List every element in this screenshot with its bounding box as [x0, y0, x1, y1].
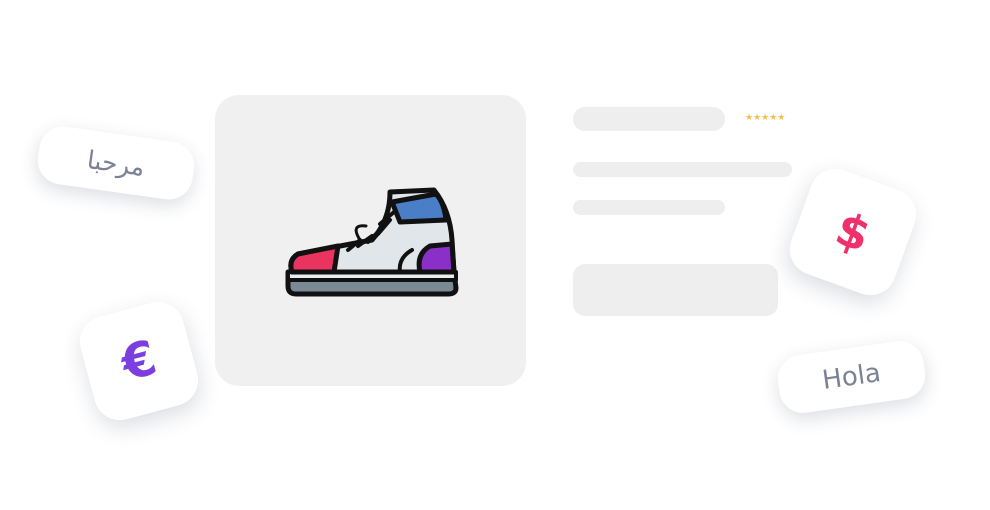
dollar-icon: $ — [828, 201, 878, 263]
description-line-placeholder — [573, 162, 792, 177]
euro-currency-tile[interactable]: € — [74, 296, 204, 426]
rating-stars: ★★★★★ — [745, 113, 786, 123]
dollar-currency-tile[interactable]: $ — [782, 161, 924, 303]
sneaker-icon — [285, 187, 459, 297]
language-chip-spanish[interactable]: Hola — [774, 338, 929, 416]
spanish-greeting: Hola — [820, 358, 883, 396]
price-line-placeholder — [573, 200, 725, 215]
euro-icon: € — [115, 329, 163, 393]
product-title-placeholder — [573, 107, 725, 131]
language-chip-arabic[interactable]: مرحبا — [34, 123, 198, 203]
add-to-cart-button-placeholder[interactable] — [573, 264, 778, 316]
arabic-greeting: مرحبا — [85, 144, 147, 182]
